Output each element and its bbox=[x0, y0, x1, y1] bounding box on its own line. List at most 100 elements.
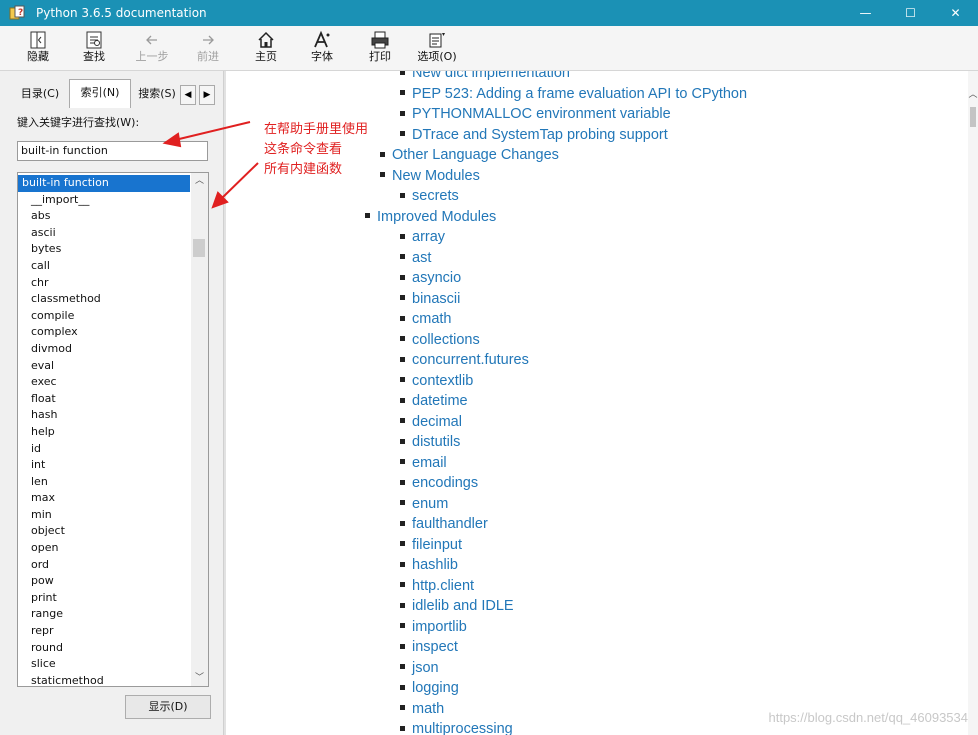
index-list-item[interactable]: print bbox=[18, 590, 190, 607]
scroll-thumb[interactable] bbox=[193, 239, 205, 257]
maximize-button[interactable]: ☐ bbox=[888, 0, 933, 26]
toc-link[interactable]: PEP 523: Adding a frame evaluation API t… bbox=[412, 86, 747, 102]
index-list-item[interactable]: float bbox=[18, 391, 190, 408]
index-list-item[interactable]: __import__ bbox=[18, 192, 190, 209]
index-list-item[interactable]: divmod bbox=[18, 341, 190, 358]
font-button[interactable]: 字体 bbox=[296, 28, 348, 68]
index-list-item[interactable]: pow bbox=[18, 573, 190, 590]
print-button[interactable]: 打印 bbox=[354, 28, 406, 68]
toc-link[interactable]: Improved Modules bbox=[377, 209, 496, 225]
bullet-icon bbox=[400, 561, 405, 567]
index-list-item[interactable]: int bbox=[18, 457, 190, 474]
forward-button[interactable]: 前进 bbox=[182, 28, 234, 68]
scroll-up-icon[interactable]: ︿ bbox=[968, 87, 978, 100]
tab-index[interactable]: 索引(N) bbox=[69, 79, 131, 108]
tab-scroll-right-button[interactable]: ▶ bbox=[199, 85, 215, 105]
index-list-item[interactable]: chr bbox=[18, 275, 190, 292]
home-button[interactable]: 主页 bbox=[240, 28, 292, 68]
toc-link[interactable]: PYTHONMALLOC environment variable bbox=[412, 106, 671, 122]
scroll-down-icon[interactable]: ﹀ bbox=[191, 670, 208, 686]
toc-entry: binascii bbox=[226, 289, 966, 310]
index-list-item[interactable]: abs bbox=[18, 208, 190, 225]
toc-link[interactable]: array bbox=[412, 229, 445, 245]
toc-link[interactable]: http.client bbox=[412, 578, 474, 594]
index-list-item[interactable]: open bbox=[18, 540, 190, 557]
index-list-item[interactable]: hash bbox=[18, 407, 190, 424]
index-list-item[interactable]: max bbox=[18, 490, 190, 507]
index-list-item[interactable]: len bbox=[18, 474, 190, 491]
toc-link[interactable]: hashlib bbox=[412, 557, 458, 573]
toc-link[interactable]: enum bbox=[412, 496, 448, 512]
index-list-item[interactable]: compile bbox=[18, 308, 190, 325]
tab-contents[interactable]: 目录(C) bbox=[12, 83, 68, 105]
toc-link[interactable]: concurrent.futures bbox=[412, 352, 529, 368]
bullet-icon bbox=[400, 110, 405, 116]
toc-link[interactable]: email bbox=[412, 455, 447, 471]
toc-link[interactable]: fileinput bbox=[412, 537, 462, 553]
close-button[interactable]: ✕ bbox=[933, 0, 978, 26]
toc-link[interactable]: New dict implementation bbox=[412, 71, 570, 81]
index-list-item[interactable]: help bbox=[18, 424, 190, 441]
index-list-item[interactable]: object bbox=[18, 523, 190, 540]
toc-link[interactable]: datetime bbox=[412, 393, 468, 409]
toc-link[interactable]: secrets bbox=[412, 188, 459, 204]
toc-link[interactable]: importlib bbox=[412, 619, 467, 635]
toc-link[interactable]: logging bbox=[412, 680, 459, 696]
toc-link[interactable]: distutils bbox=[412, 434, 460, 450]
index-list-item[interactable]: repr bbox=[18, 623, 190, 640]
toc-link[interactable]: cmath bbox=[412, 311, 452, 327]
index-list-item[interactable]: eval bbox=[18, 358, 190, 375]
display-button[interactable]: 显示(D) bbox=[125, 695, 211, 719]
toc-link[interactable]: encodings bbox=[412, 475, 478, 491]
toc-link[interactable]: math bbox=[412, 701, 444, 717]
scroll-up-icon[interactable]: ︿ bbox=[191, 173, 208, 189]
index-list-item[interactable]: built-in function bbox=[18, 175, 190, 192]
toc-link[interactable]: DTrace and SystemTap probing support bbox=[412, 127, 668, 143]
index-list-item[interactable]: slice bbox=[18, 656, 190, 673]
bullet-icon bbox=[400, 356, 405, 362]
tab-scroll-left-button[interactable]: ◀ bbox=[180, 85, 196, 105]
toc-link[interactable]: asyncio bbox=[412, 270, 461, 286]
bullet-icon bbox=[400, 705, 405, 711]
toc-link[interactable]: contextlib bbox=[412, 373, 473, 389]
toc-link[interactable]: multiprocessing bbox=[412, 721, 513, 735]
minimize-button[interactable]: — bbox=[843, 0, 888, 26]
toc-entry: json bbox=[226, 658, 966, 679]
index-list-item[interactable]: id bbox=[18, 441, 190, 458]
toc-link[interactable]: faulthandler bbox=[412, 516, 488, 532]
scroll-thumb[interactable] bbox=[970, 107, 976, 127]
toc-link[interactable]: ast bbox=[412, 250, 431, 266]
toc-link[interactable]: collections bbox=[412, 332, 480, 348]
index-list-item[interactable]: round bbox=[18, 640, 190, 657]
hide-button[interactable]: 隐藏 bbox=[12, 28, 64, 68]
toc-entry: logging bbox=[226, 678, 966, 699]
toc-link[interactable]: decimal bbox=[412, 414, 462, 430]
toc-link[interactable]: inspect bbox=[412, 639, 458, 655]
index-list-scrollbar[interactable]: ︿ ﹀ bbox=[191, 173, 208, 686]
index-list-item[interactable]: staticmethod bbox=[18, 673, 190, 686]
index-list-item[interactable]: bytes bbox=[18, 241, 190, 258]
index-list-item[interactable]: ascii bbox=[18, 225, 190, 242]
index-list-item[interactable]: call bbox=[18, 258, 190, 275]
index-list-item[interactable]: classmethod bbox=[18, 291, 190, 308]
index-list-item[interactable]: range bbox=[18, 606, 190, 623]
index-list-item[interactable]: exec bbox=[18, 374, 190, 391]
toc-link[interactable]: idlelib and IDLE bbox=[412, 598, 514, 614]
toc-link[interactable]: Other Language Changes bbox=[392, 147, 559, 163]
keyword-input[interactable]: built-in function bbox=[17, 141, 208, 161]
toc-link[interactable]: binascii bbox=[412, 291, 460, 307]
index-list-item[interactable]: min bbox=[18, 507, 190, 524]
locate-button[interactable]: 查找 bbox=[68, 28, 120, 68]
toc-link[interactable]: json bbox=[412, 660, 439, 676]
toc-link[interactable]: New Modules bbox=[392, 168, 480, 184]
back-button[interactable]: 上一步 bbox=[126, 28, 178, 68]
tab-search[interactable]: 搜索(S) bbox=[132, 83, 182, 105]
toc-entry: cmath bbox=[226, 309, 966, 330]
options-button[interactable]: 选项(O) bbox=[411, 28, 463, 68]
index-list[interactable]: built-in function __import__ abs ascii bytes… bbox=[17, 172, 209, 687]
toc-entry: encodings bbox=[226, 473, 966, 494]
toc-entry: http.client bbox=[226, 576, 966, 597]
index-list-item[interactable]: complex bbox=[18, 324, 190, 341]
index-list-item[interactable]: ord bbox=[18, 557, 190, 574]
content-scrollbar[interactable]: ︿ bbox=[968, 71, 978, 735]
